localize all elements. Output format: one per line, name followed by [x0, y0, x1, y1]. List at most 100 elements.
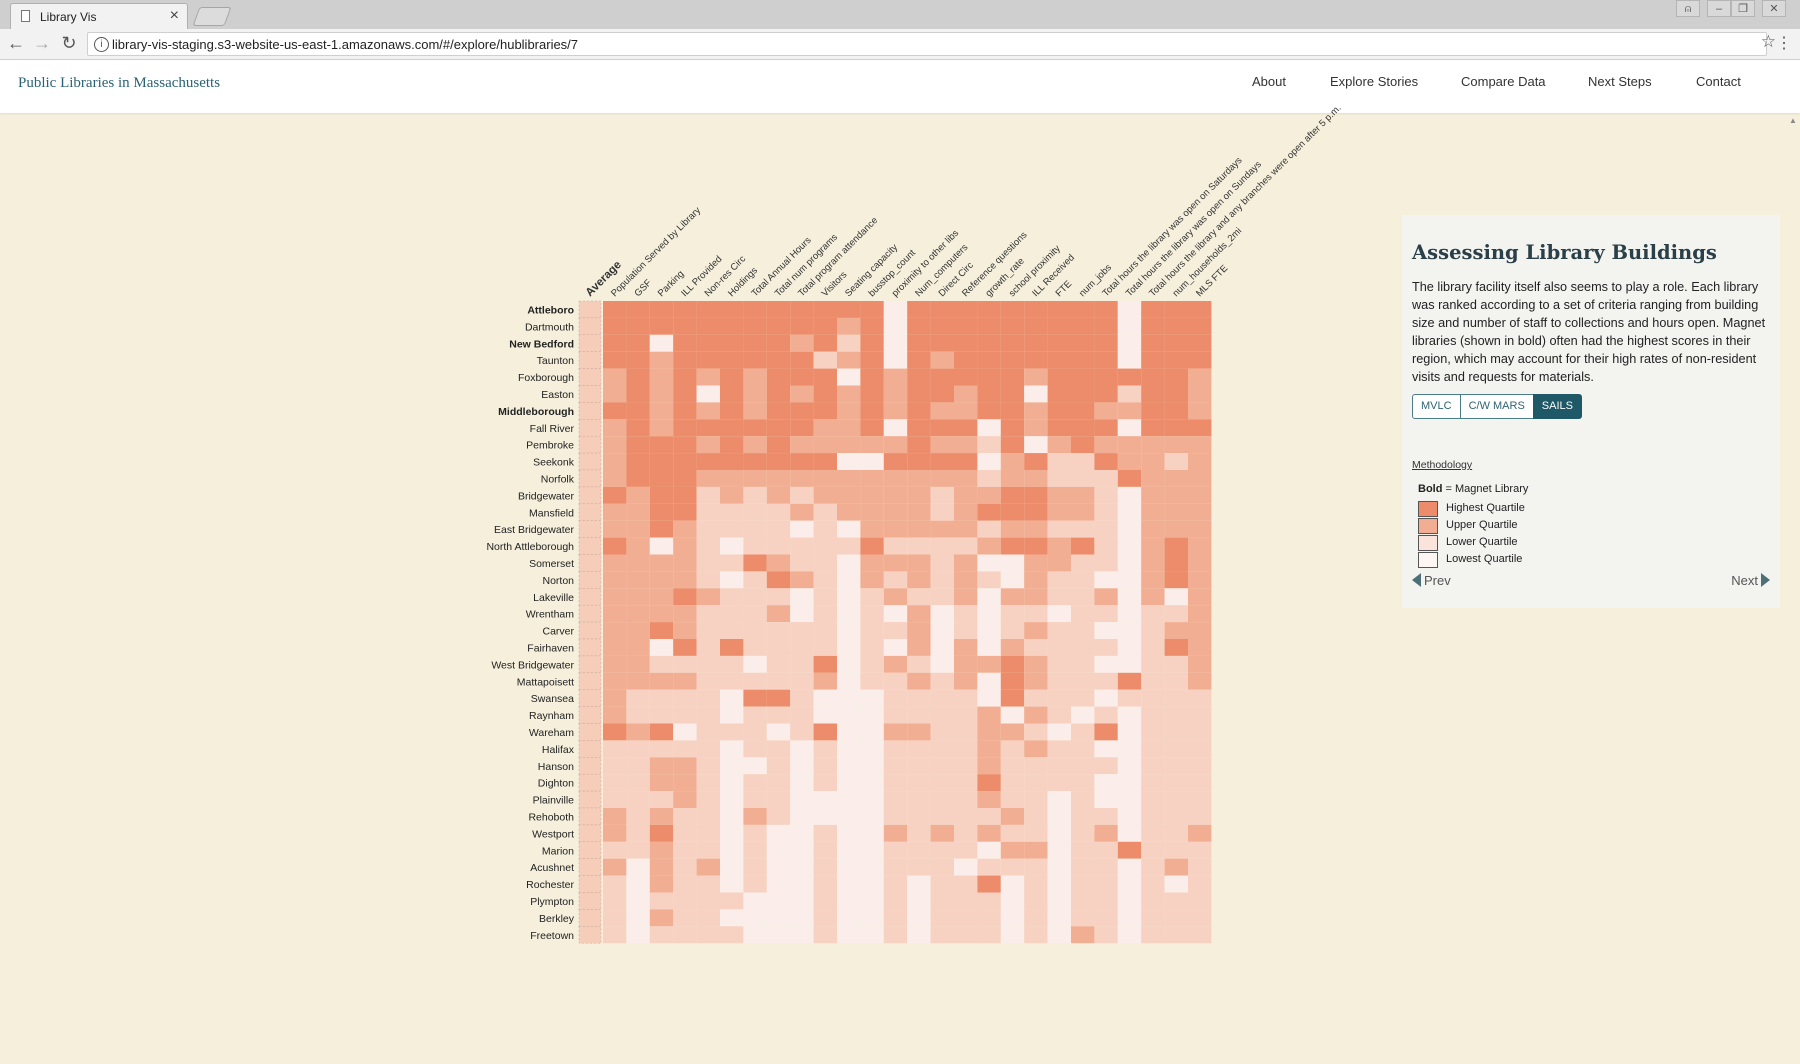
heatmap-cell[interactable]: [813, 301, 837, 318]
heatmap-cell[interactable]: [1117, 301, 1142, 318]
heatmap-cell[interactable]: [907, 706, 931, 724]
heatmap-cell[interactable]: [1164, 486, 1188, 504]
heatmap-cell[interactable]: [954, 841, 978, 859]
heatmap-cell[interactable]: [673, 537, 697, 555]
heatmap-cell[interactable]: [1000, 317, 1025, 335]
heatmap-cell[interactable]: [673, 774, 697, 792]
heatmap-cell[interactable]: [790, 622, 814, 639]
heatmap-cell[interactable]: [790, 639, 814, 656]
average-cell[interactable]: [578, 926, 602, 944]
heatmap-cell[interactable]: [696, 808, 720, 825]
heatmap-cell[interactable]: [813, 740, 837, 758]
next-button[interactable]: Next: [1731, 573, 1770, 588]
heatmap-cell[interactable]: [837, 571, 861, 589]
heatmap-cell[interactable]: [930, 470, 954, 487]
heatmap-cell[interactable]: [1071, 723, 1095, 741]
heatmap-cell[interactable]: [743, 757, 767, 775]
heatmap-cell[interactable]: [790, 909, 814, 927]
heatmap-cell[interactable]: [766, 453, 791, 470]
heatmap-cell[interactable]: [649, 622, 674, 639]
methodology-link[interactable]: Methodology: [1412, 459, 1472, 471]
heatmap-cell[interactable]: [1000, 385, 1025, 403]
heatmap-cell[interactable]: [1024, 351, 1048, 369]
heatmap-cell[interactable]: [696, 520, 720, 538]
heatmap-cell[interactable]: [977, 436, 1001, 454]
heatmap-cell[interactable]: [1071, 554, 1095, 572]
heatmap-cell[interactable]: [626, 655, 650, 673]
bookmark-star-icon[interactable]: ☆: [1761, 32, 1776, 52]
heatmap-cell[interactable]: [1141, 672, 1165, 690]
heatmap-cell[interactable]: [1047, 622, 1071, 639]
heatmap-cell[interactable]: [930, 537, 954, 555]
heatmap-cell[interactable]: [837, 875, 861, 893]
heatmap-cell[interactable]: [1000, 808, 1025, 825]
heatmap-cell[interactable]: [626, 317, 650, 335]
average-cell[interactable]: [578, 452, 602, 471]
heatmap-cell[interactable]: [766, 909, 791, 927]
heatmap-cell[interactable]: [883, 740, 908, 758]
heatmap-cell[interactable]: [977, 706, 1001, 724]
heatmap-cell[interactable]: [907, 774, 931, 792]
heatmap-cell[interactable]: [1188, 453, 1212, 470]
heatmap-cell[interactable]: [720, 740, 744, 758]
heatmap-cell[interactable]: [977, 503, 1001, 521]
heatmap-cell[interactable]: [954, 419, 978, 437]
heatmap-cell[interactable]: [883, 672, 908, 690]
heatmap-cell[interactable]: [907, 503, 931, 521]
heatmap-cell[interactable]: [977, 639, 1001, 656]
heatmap-cell[interactable]: [1117, 655, 1142, 673]
heatmap-cell[interactable]: [649, 588, 674, 606]
heatmap-cell[interactable]: [1024, 334, 1048, 352]
heatmap-cell[interactable]: [603, 723, 627, 741]
heatmap-cell[interactable]: [813, 757, 837, 775]
heatmap-cell[interactable]: [907, 571, 931, 589]
heatmap-cell[interactable]: [860, 841, 884, 859]
heatmap-cell[interactable]: [1141, 689, 1165, 707]
heatmap-cell[interactable]: [860, 824, 884, 842]
heatmap-cell[interactable]: [837, 605, 861, 623]
heatmap-cell[interactable]: [860, 791, 884, 808]
heatmap-cell[interactable]: [766, 791, 791, 808]
heatmap-cell[interactable]: [1141, 605, 1165, 623]
heatmap-cell[interactable]: [603, 588, 627, 606]
heatmap-cell[interactable]: [720, 926, 744, 944]
heatmap-cell[interactable]: [766, 571, 791, 589]
heatmap-cell[interactable]: [930, 841, 954, 859]
heatmap-cell[interactable]: [1141, 774, 1165, 792]
heatmap-cell[interactable]: [720, 503, 744, 521]
heatmap-cell[interactable]: [860, 757, 884, 775]
heatmap-cell[interactable]: [1047, 385, 1071, 403]
heatmap-cell[interactable]: [1117, 706, 1142, 724]
average-cell[interactable]: [578, 317, 602, 336]
heatmap-cell[interactable]: [813, 385, 837, 403]
heatmap-cell[interactable]: [790, 841, 814, 859]
heatmap-cell[interactable]: [626, 723, 650, 741]
nav-contact[interactable]: Contact: [1696, 74, 1741, 89]
heatmap-cell[interactable]: [673, 588, 697, 606]
heatmap-cell[interactable]: [930, 419, 954, 437]
heatmap-cell[interactable]: [603, 740, 627, 758]
heatmap-cell[interactable]: [1024, 537, 1048, 555]
heatmap-cell[interactable]: [603, 385, 627, 403]
heatmap-cell[interactable]: [1141, 351, 1165, 369]
heatmap-cell[interactable]: [603, 334, 627, 352]
heatmap-cell[interactable]: [837, 317, 861, 335]
heatmap-cell[interactable]: [1141, 453, 1165, 470]
heatmap-cell[interactable]: [907, 436, 931, 454]
heatmap-cell[interactable]: [1141, 385, 1165, 403]
heatmap-cell[interactable]: [1094, 639, 1118, 656]
heatmap-cell[interactable]: [1188, 402, 1212, 420]
heatmap-cell[interactable]: [907, 639, 931, 656]
heatmap-cell[interactable]: [1000, 858, 1025, 876]
heatmap-cell[interactable]: [1117, 639, 1142, 656]
heatmap-cell[interactable]: [649, 740, 674, 758]
heatmap-cell[interactable]: [1188, 588, 1212, 606]
heatmap-cell[interactable]: [1094, 402, 1118, 420]
heatmap-cell[interactable]: [1117, 909, 1142, 927]
heatmap-cell[interactable]: [1141, 892, 1165, 910]
heatmap-cell[interactable]: [649, 672, 674, 690]
heatmap-cell[interactable]: [837, 791, 861, 808]
heatmap-cell[interactable]: [954, 317, 978, 335]
heatmap-cell[interactable]: [1164, 334, 1188, 352]
heatmap-cell[interactable]: [1024, 402, 1048, 420]
